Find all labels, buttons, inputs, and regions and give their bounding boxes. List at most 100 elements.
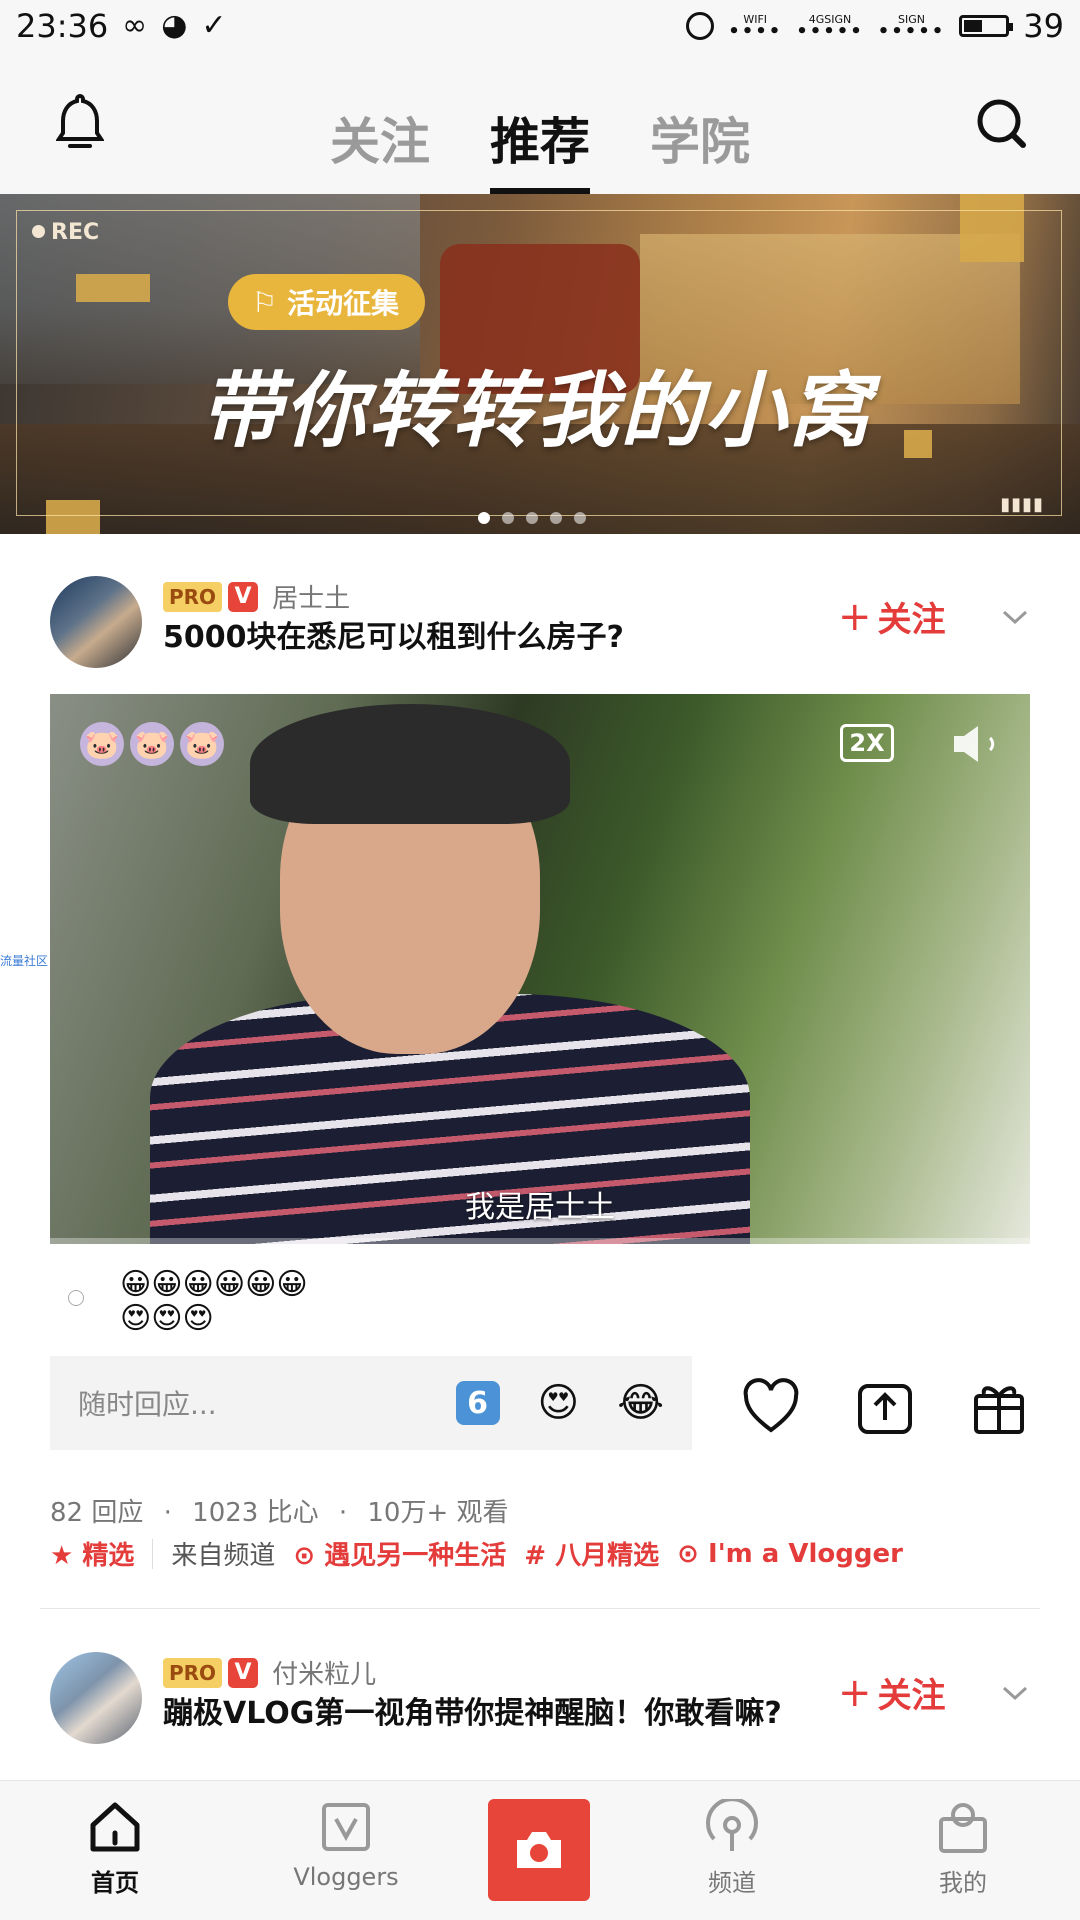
post-title[interactable]: 蹦极VLOG第一视角带你提神醒脑！你敢看嘛?	[163, 1694, 813, 1734]
reply-count[interactable]: 82 回应	[50, 1498, 143, 1528]
follow-button[interactable]: + 关注	[838, 1668, 946, 1717]
emoji-row: 😀😀😀😀😀😀	[120, 1267, 308, 1302]
quick-reply-six[interactable]: 6	[455, 1381, 500, 1425]
feed-tabs: 关注 推荐 学院	[0, 52, 1080, 194]
channel-link-3[interactable]: ⊙ I'm a Vlogger	[677, 1539, 903, 1569]
channel-label-3: I'm a Vlogger	[708, 1538, 903, 1569]
battery-level: 39	[1023, 7, 1064, 45]
event-banner[interactable]: REC ⚐ 活动征集 带你转转我的小窝 ▮▮▮▮	[0, 194, 1080, 534]
side-tag[interactable]: 流量社区	[0, 952, 48, 969]
profile-icon	[939, 1803, 987, 1853]
alarm-icon	[686, 12, 715, 40]
pin-icon: ⊙	[293, 1541, 316, 1571]
tab-recommended[interactable]: 推荐	[490, 52, 590, 194]
camera-icon	[517, 1832, 561, 1868]
nav-channel-label: 频道	[708, 1869, 756, 1897]
post-stats: 82 回应 · 1023 比心 · 10万+ 观看	[50, 1498, 509, 1528]
vloggers-icon	[322, 1803, 370, 1851]
quick-reply-laugh[interactable]: 😂	[617, 1380, 664, 1426]
rec-label: REC	[32, 220, 99, 245]
chevron-down-icon[interactable]	[1000, 1678, 1030, 1708]
app-screen: 23:36 ∞ ◕ ✓ WIFI •••• 4GSIGN ••••• SIGN …	[0, 0, 1080, 1920]
page-dot[interactable]	[550, 512, 562, 524]
emoji-row: 😍😍😍	[120, 1301, 214, 1336]
follow-button[interactable]: + 关注	[838, 592, 946, 641]
user-badges: PRO V 居士土	[163, 578, 350, 615]
target-icon	[68, 1290, 84, 1306]
speed-button[interactable]: 2X	[840, 724, 894, 762]
plus-icon: +	[838, 593, 872, 640]
signal-indicator-2: SIGN •••••	[877, 12, 946, 42]
user-badges: PRO V 付米粒儿	[163, 1654, 376, 1691]
emoji-reactions: 😀😀😀😀😀😀 😍😍😍	[120, 1268, 308, 1336]
star-icon: ★	[50, 1541, 74, 1571]
pig-icon: 🐷	[80, 722, 124, 766]
bottom-nav: 首页 Vloggers 频道 我的	[0, 1780, 1080, 1920]
tab-following[interactable]: 关注	[330, 52, 430, 194]
banner-tag-label: 活动征集	[287, 287, 400, 320]
featured-label: 精选	[82, 1541, 135, 1571]
verified-badge: V	[228, 1657, 259, 1688]
chevron-down-icon[interactable]	[1000, 602, 1030, 632]
tab-academy[interactable]: 学院	[650, 52, 750, 194]
video-progress[interactable]	[50, 1238, 1030, 1244]
channel-label-2: 八月精选	[555, 1541, 660, 1571]
hashtag-icon: #	[524, 1541, 547, 1571]
post-title[interactable]: 5000块在悉尼可以租到什么房子?	[163, 618, 813, 658]
view-count: 10万+ 观看	[367, 1498, 509, 1528]
check-circle-icon: ✓	[201, 8, 227, 43]
follow-label: 关注	[877, 1676, 946, 1716]
home-icon	[90, 1802, 140, 1852]
username[interactable]: 居士土	[272, 578, 350, 615]
avatar[interactable]	[50, 1652, 142, 1744]
pig-icon: 🐷	[180, 722, 224, 766]
nav-profile[interactable]: 我的	[883, 1799, 1043, 1898]
channel-link-2[interactable]: # 八月精选	[524, 1535, 659, 1572]
plus-icon: +	[838, 1669, 872, 1716]
banner-pagination	[478, 512, 586, 524]
divider	[152, 1538, 154, 1569]
nav-vloggers[interactable]: Vloggers	[266, 1799, 426, 1891]
featured-tag[interactable]: ★ 精选	[50, 1535, 134, 1572]
heart-icon[interactable]	[742, 1378, 800, 1436]
post-meta: ★ 精选 来自频道 ⊙ 遇见另一种生活 # 八月精选 ⊙ I'm a Vlogg…	[50, 1535, 903, 1572]
post-divider	[40, 1608, 1040, 1609]
nav-profile-label: 我的	[939, 1869, 987, 1897]
gift-icon[interactable]	[970, 1378, 1028, 1436]
follow-label: 关注	[877, 600, 946, 640]
emoji-icon: ◕	[161, 8, 188, 43]
share-icon[interactable]	[856, 1378, 914, 1436]
infinity-icon: ∞	[122, 8, 148, 43]
quick-reply-heart-eyes[interactable]: 😍	[538, 1380, 580, 1426]
page-dot[interactable]	[478, 512, 490, 524]
nav-vloggers-label: Vloggers	[293, 1863, 399, 1891]
video-player[interactable]: 🐷 🐷 🐷 2X 我是居士土	[50, 694, 1030, 1244]
battery-icon	[959, 15, 1014, 37]
channel-link-1[interactable]: ⊙ 遇见另一种生活	[293, 1535, 506, 1572]
mute-icon[interactable]	[950, 722, 1006, 766]
username[interactable]: 付米粒儿	[272, 1654, 376, 1691]
record-button[interactable]	[488, 1799, 590, 1901]
page-dot[interactable]	[526, 512, 538, 524]
channel-icon	[706, 1797, 758, 1851]
nav-channel[interactable]: 频道	[652, 1797, 812, 1898]
verified-badge: V	[228, 581, 259, 612]
top-nav: 关注 推荐 学院	[0, 52, 1080, 194]
avatar[interactable]	[50, 576, 142, 668]
page-dot[interactable]	[574, 512, 586, 524]
page-dot[interactable]	[502, 512, 514, 524]
signal-indicator-1: 4GSIGN •••••	[796, 12, 864, 42]
reply-bar[interactable]: 随时回应... 6 😍 😂	[50, 1356, 692, 1450]
banner-title: 带你转转我的小窝	[200, 364, 872, 459]
pig-sticker: 🐷 🐷 🐷	[80, 722, 224, 766]
search-icon[interactable]	[975, 97, 1027, 149]
video-subtitle: 我是居士土	[465, 1190, 615, 1225]
wifi-indicator: WIFI ••••	[728, 12, 783, 42]
pig-icon: 🐷	[130, 722, 174, 766]
reply-input[interactable]: 随时回应...	[78, 1383, 418, 1423]
pro-badge: PRO	[163, 581, 223, 612]
from-channel-label: 来自频道	[171, 1541, 276, 1571]
post-header: PRO V 居士土 5000块在悉尼可以租到什么房子? + 关注	[0, 566, 1080, 676]
flag-icon: ⚐	[252, 285, 278, 319]
nav-home[interactable]: 首页	[35, 1799, 195, 1898]
